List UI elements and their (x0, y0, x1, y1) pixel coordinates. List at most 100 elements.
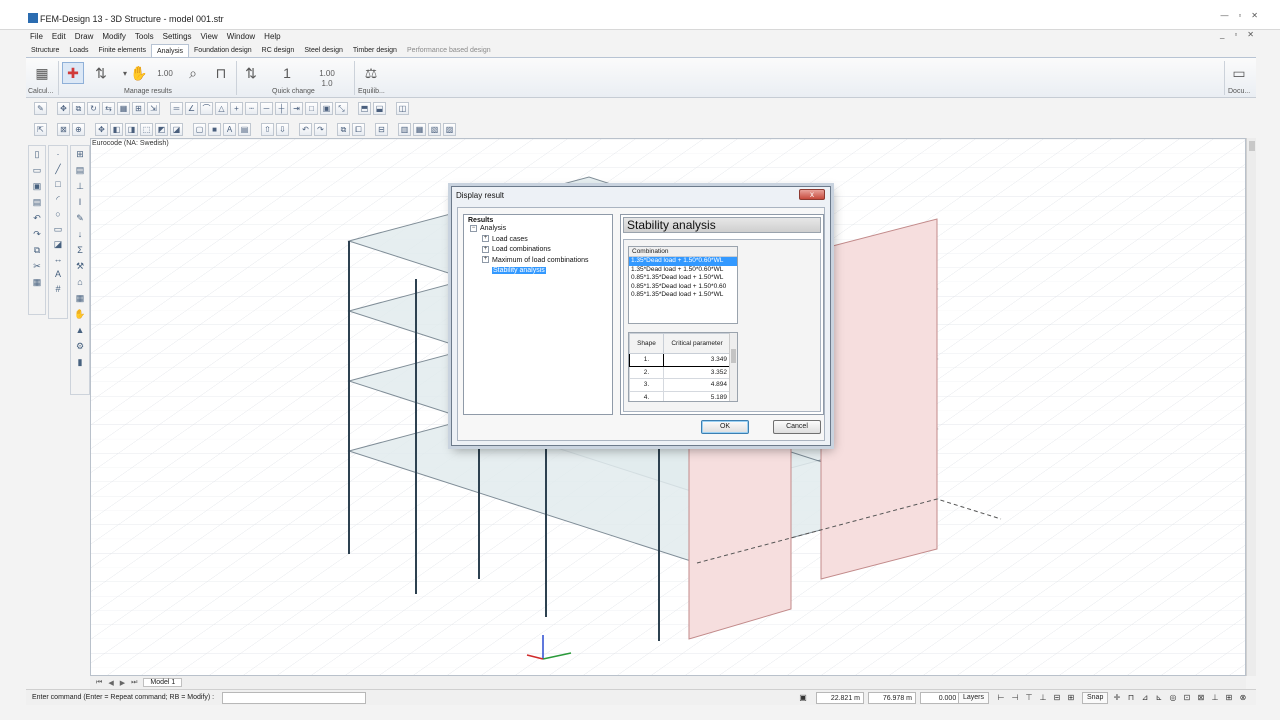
copy-icon[interactable]: ⧉ (72, 102, 85, 115)
combination-item[interactable]: 1.35*Dead load + 1.50*0.60*WL (629, 266, 737, 275)
rect-icon[interactable]: □ (52, 178, 65, 191)
arc-icon[interactable]: ◜ (52, 193, 65, 206)
tree-node-load-combinations[interactable]: + Load combinations (468, 245, 608, 256)
table-icon[interactable]: ▦ (74, 292, 87, 305)
table-row[interactable]: 3. 4.894 (629, 378, 731, 392)
text-icon[interactable]: A (223, 123, 236, 136)
section-icon[interactable]: ⊟ (375, 123, 388, 136)
print-icon[interactable]: ▤ (31, 196, 44, 209)
tab-loads[interactable]: Loads (64, 44, 93, 57)
move-icon[interactable]: ✥ (57, 102, 70, 115)
undo-icon[interactable]: ↶ (31, 212, 44, 225)
tab-steel-design[interactable]: Steel design (299, 44, 348, 57)
expand-icon[interactable]: + (482, 245, 489, 253)
mdi-close-button[interactable]: ✕ (1247, 30, 1254, 39)
text-icon[interactable]: A (52, 268, 65, 281)
image-icon[interactable]: ▤ (238, 123, 251, 136)
mirror-icon[interactable]: ⇆ (102, 102, 115, 115)
pen-icon[interactable]: ✎ (74, 212, 87, 225)
documentation-icon[interactable]: ▭ (1228, 62, 1250, 84)
menu-window[interactable]: Window (227, 32, 255, 41)
layers-button[interactable]: Layers (958, 692, 990, 704)
dashed-line-icon[interactable]: ┄ (245, 102, 258, 115)
snap-quad-icon[interactable]: ⊠ (1196, 693, 1206, 703)
dialog-close-button[interactable]: x (799, 189, 825, 200)
snap-perp-icon[interactable]: ⊾ (1154, 693, 1164, 703)
align-bottom-icon[interactable]: ⊟ (1052, 693, 1062, 703)
table-scrollbar[interactable] (729, 333, 737, 401)
align-center-icon[interactable]: ⊣ (1010, 693, 1020, 703)
view-iso-icon[interactable]: ◩ (155, 123, 168, 136)
zoom-icon[interactable]: ⌕ (182, 62, 204, 84)
tab-foundation-design[interactable]: Foundation design (189, 44, 257, 57)
first-tab-icon[interactable]: ⏮ (96, 679, 102, 687)
vertical-scrollbar[interactable] (1246, 138, 1256, 676)
hand-icon[interactable]: ✋ (74, 308, 87, 321)
shade-icon[interactable]: ▢ (193, 123, 206, 136)
minimize-button[interactable]: — (1220, 11, 1228, 20)
view-persp-icon[interactable]: ◪ (170, 123, 183, 136)
mdi-minimize-button[interactable]: _ (1220, 30, 1224, 39)
dimension-icon[interactable]: ↔ (52, 253, 65, 266)
triangle-icon[interactable]: △ (215, 102, 228, 115)
view-side-icon[interactable]: ◨ (125, 123, 138, 136)
last-tab-icon[interactable]: ⏭ (131, 679, 137, 687)
beam-icon[interactable]: I (74, 196, 87, 209)
eraser-icon[interactable]: ✎ (34, 102, 47, 115)
snap-center-icon[interactable]: ◎ (1168, 693, 1178, 703)
extend-icon[interactable]: ⇥ (290, 102, 303, 115)
sum-icon[interactable]: Σ (74, 244, 87, 257)
snap-icon[interactable]: ⇩ (276, 123, 289, 136)
snap-tan-icon[interactable]: ⊥ (1210, 693, 1220, 703)
tab-structure[interactable]: Structure (26, 44, 64, 57)
open-file-icon[interactable]: ▭ (31, 164, 44, 177)
expand-icon[interactable]: + (482, 235, 489, 243)
calculate-button[interactable]: ▦ (31, 62, 53, 84)
support-icon[interactable]: ⊥ (74, 180, 87, 193)
storey-folder-icon[interactable]: ▧ (428, 123, 441, 136)
array-icon[interactable]: ▦ (117, 102, 130, 115)
combination-item[interactable]: 0.85*1.35*Dead load + 1.50*0.60 (629, 283, 737, 292)
book-icon[interactable]: ▮ (74, 356, 87, 369)
align-top-icon[interactable]: ⊥ (1038, 693, 1048, 703)
tree-node-analysis[interactable]: − Analysis (468, 224, 608, 235)
parallel-icon[interactable]: ═ (170, 102, 183, 115)
window-icon[interactable]: ◫ (396, 102, 409, 115)
tab-finite-elements[interactable]: Finite elements (93, 44, 150, 57)
cross-icon[interactable]: + (230, 102, 243, 115)
menu-help[interactable]: Help (264, 32, 280, 41)
combination-item[interactable]: 1.35*Dead load + 1.50*0.60*WL (629, 257, 737, 266)
solid-icon[interactable]: ◪ (52, 238, 65, 251)
line-icon[interactable]: ─ (260, 102, 273, 115)
box-icon[interactable]: ▭ (52, 223, 65, 236)
save-icon[interactable]: ▣ (31, 180, 44, 193)
box-icon[interactable]: ▣ (320, 102, 333, 115)
wrench-icon[interactable]: ⚙ (74, 340, 87, 353)
new-file-icon[interactable]: ▯ (31, 148, 44, 161)
up-down-icon[interactable]: ⇅ (240, 62, 262, 84)
hash-icon[interactable]: # (52, 283, 65, 296)
snap-grid-icon[interactable]: ⊞ (1224, 693, 1234, 703)
equilibrium-icon[interactable]: ⚖ (360, 62, 382, 84)
table-row[interactable]: 4. 5.189 (629, 390, 731, 401)
angle-icon[interactable]: ∠ (185, 102, 198, 115)
fill-icon[interactable]: ■ (208, 123, 221, 136)
quick-change-value-2[interactable]: 1.0 (316, 72, 338, 94)
expand-icon[interactable]: + (482, 256, 489, 264)
copy-view-icon[interactable]: ⧉ (337, 123, 350, 136)
snap-off-icon[interactable]: ⊗ (1238, 693, 1248, 703)
storey-active-icon[interactable]: ▦ (413, 123, 426, 136)
rotate-icon[interactable]: ↻ (87, 102, 100, 115)
menu-settings[interactable]: Settings (163, 32, 192, 41)
close-button[interactable]: ✕ (1251, 11, 1258, 20)
redo-view-icon[interactable]: ↷ (314, 123, 327, 136)
distribute-icon[interactable]: ⊞ (1066, 693, 1076, 703)
tree-node-maximum-of-load-combinations[interactable]: + Maximum of load combinations (468, 256, 608, 267)
clipboard-icon[interactable]: ▣ (798, 693, 808, 703)
pan-icon[interactable]: ✥ (95, 123, 108, 136)
snap-point-icon[interactable]: ⊡ (1182, 693, 1192, 703)
tab-rc-design[interactable]: RC design (257, 44, 300, 57)
paste-view-icon[interactable]: ⧠ (352, 123, 365, 136)
display-result-button[interactable]: ✚ (62, 62, 84, 84)
sort-icon[interactable]: ⇅ (90, 62, 112, 84)
